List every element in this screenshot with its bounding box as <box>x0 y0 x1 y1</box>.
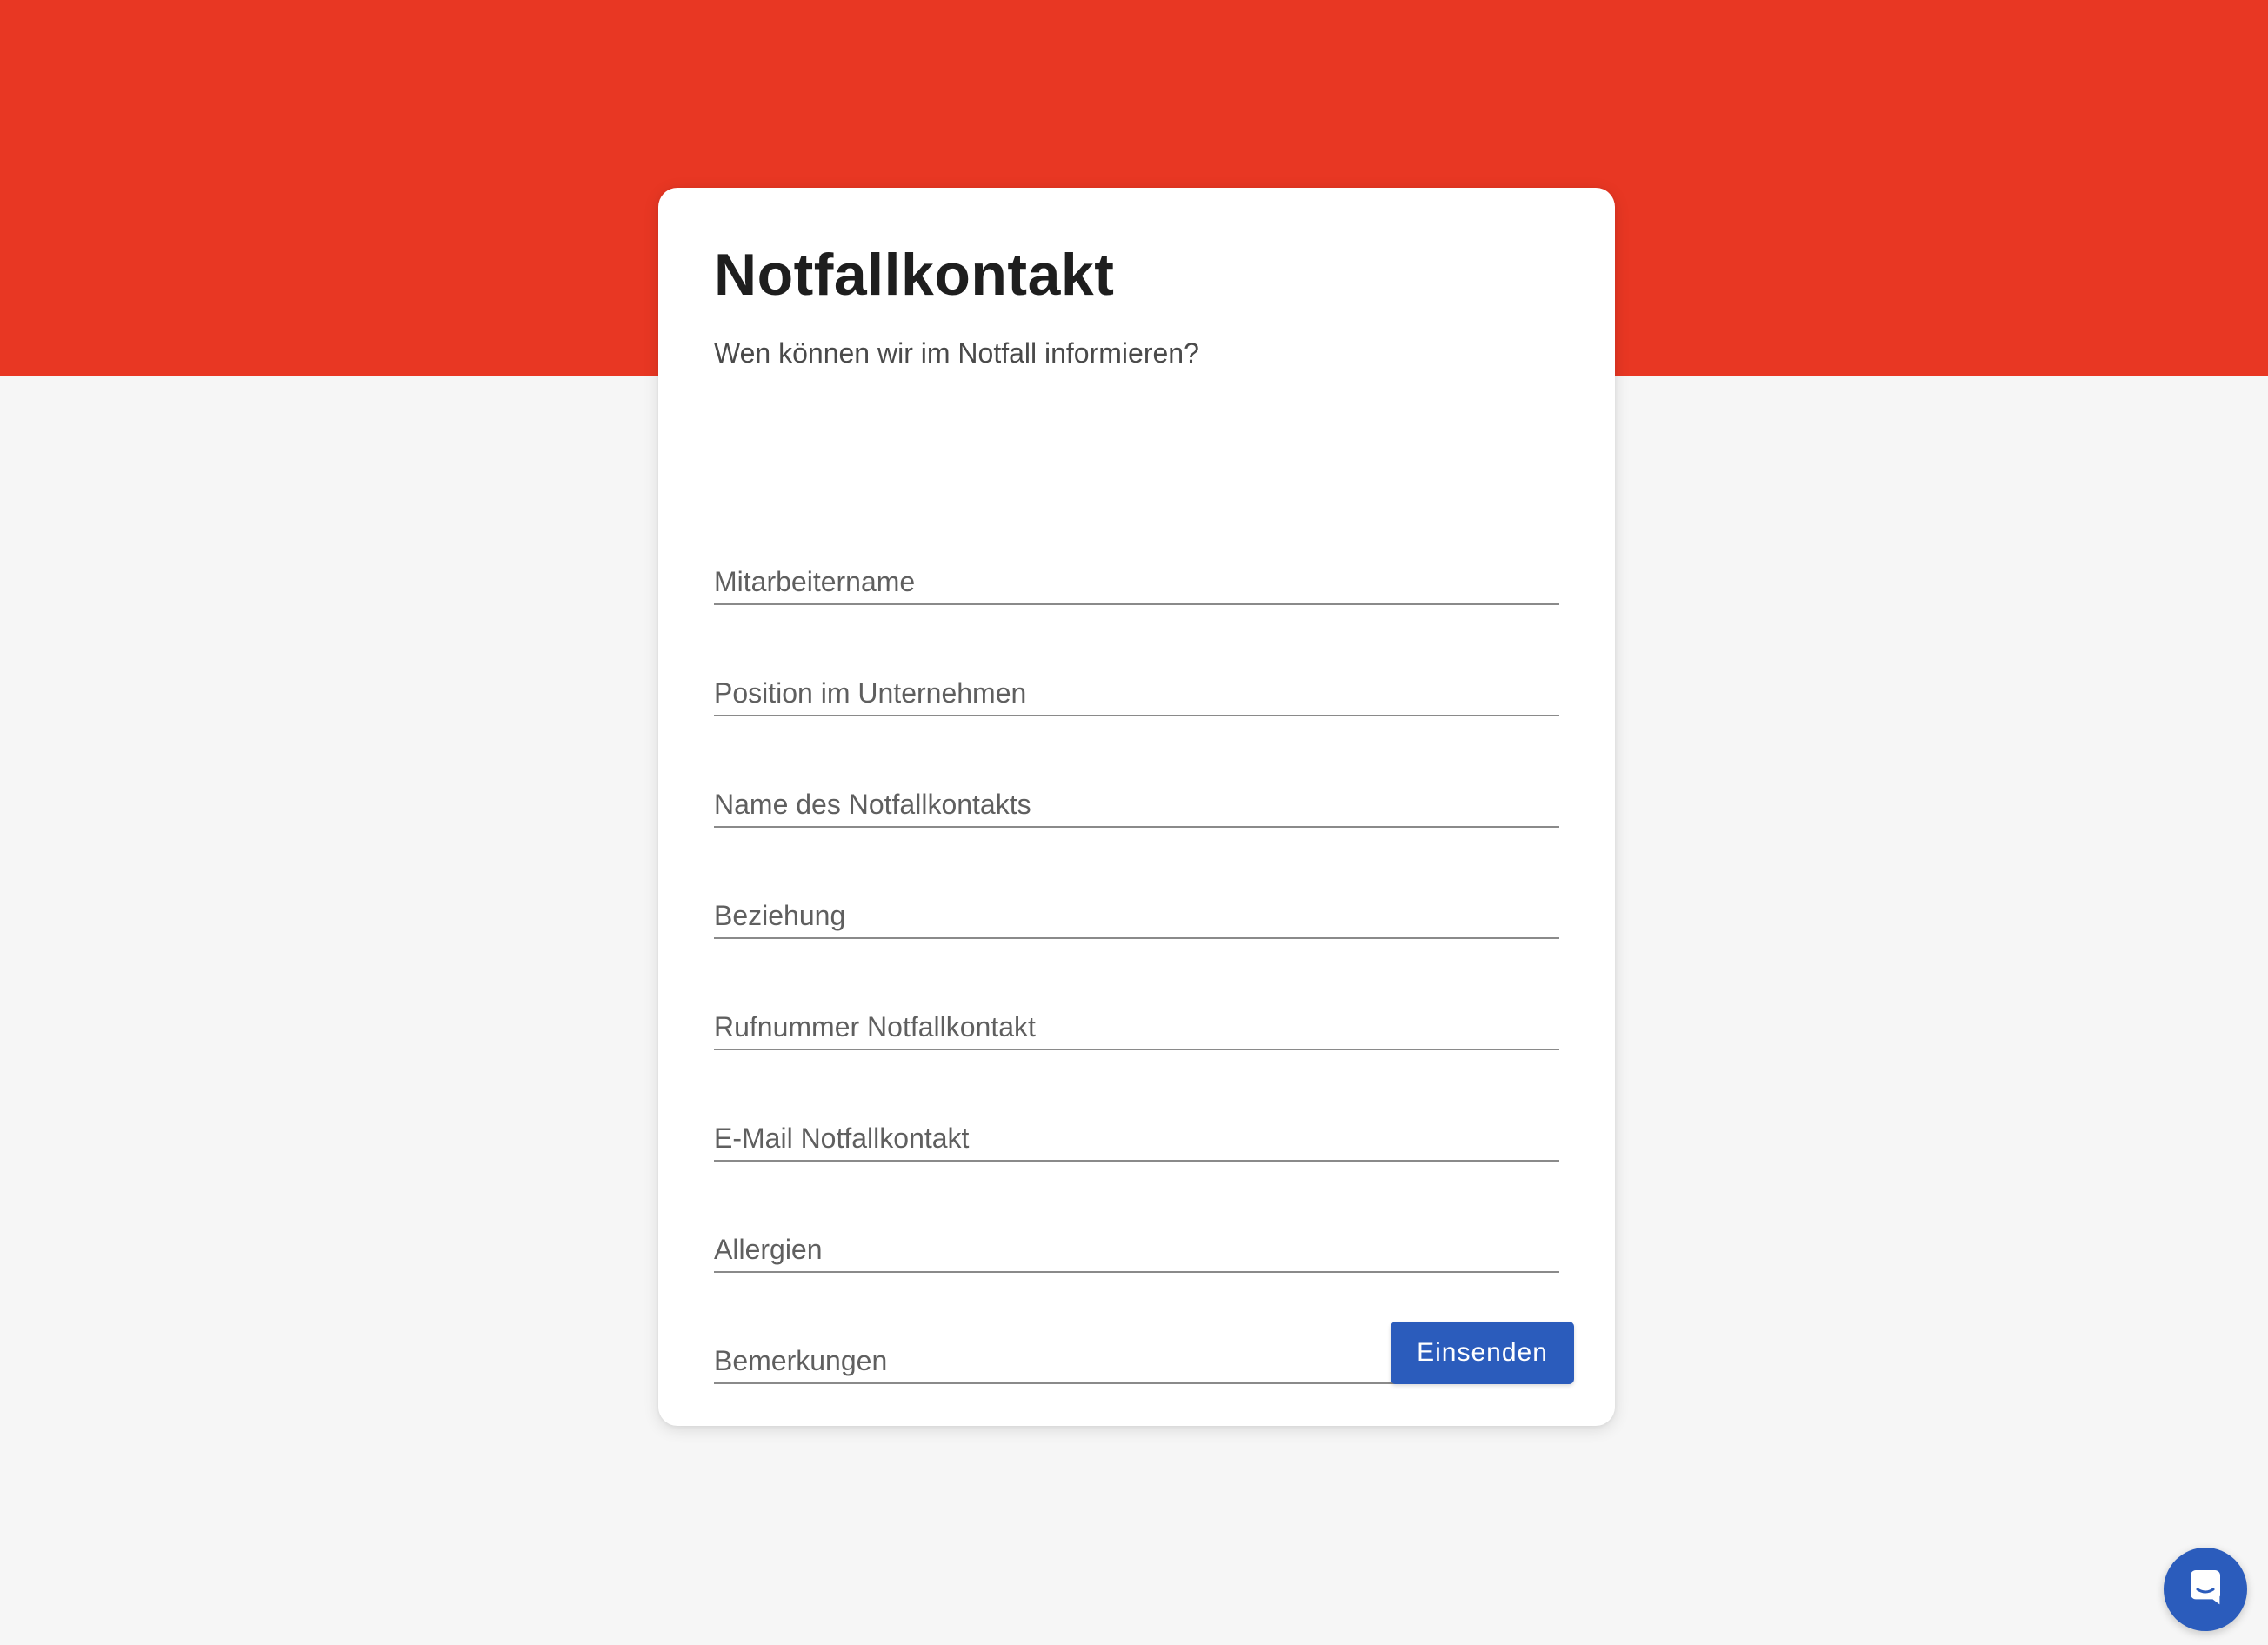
chat-bubble-icon <box>2185 1568 2225 1612</box>
form-subtitle: Wen können wir im Notfall informieren? <box>714 337 1199 369</box>
contact-email-field <box>714 1092 1559 1162</box>
relationship-input[interactable] <box>714 869 1559 937</box>
position-field <box>714 647 1559 716</box>
employee-name-field <box>714 536 1559 605</box>
contact-phone-input[interactable] <box>714 981 1559 1049</box>
position-input[interactable] <box>714 647 1559 715</box>
contact-email-input[interactable] <box>714 1092 1559 1160</box>
chat-launcher-button[interactable] <box>2164 1548 2247 1631</box>
contact-name-input[interactable] <box>714 758 1559 826</box>
form-title: Notfallkontakt <box>714 242 1115 308</box>
form-card: Notfallkontakt Wen können wir im Notfall… <box>658 188 1615 1426</box>
contact-phone-field <box>714 981 1559 1050</box>
contact-name-field <box>714 758 1559 828</box>
submit-button[interactable]: Einsenden <box>1391 1322 1574 1384</box>
employee-name-input[interactable] <box>714 536 1559 603</box>
allergies-input[interactable] <box>714 1203 1559 1271</box>
relationship-field <box>714 869 1559 939</box>
allergies-field <box>714 1203 1559 1273</box>
